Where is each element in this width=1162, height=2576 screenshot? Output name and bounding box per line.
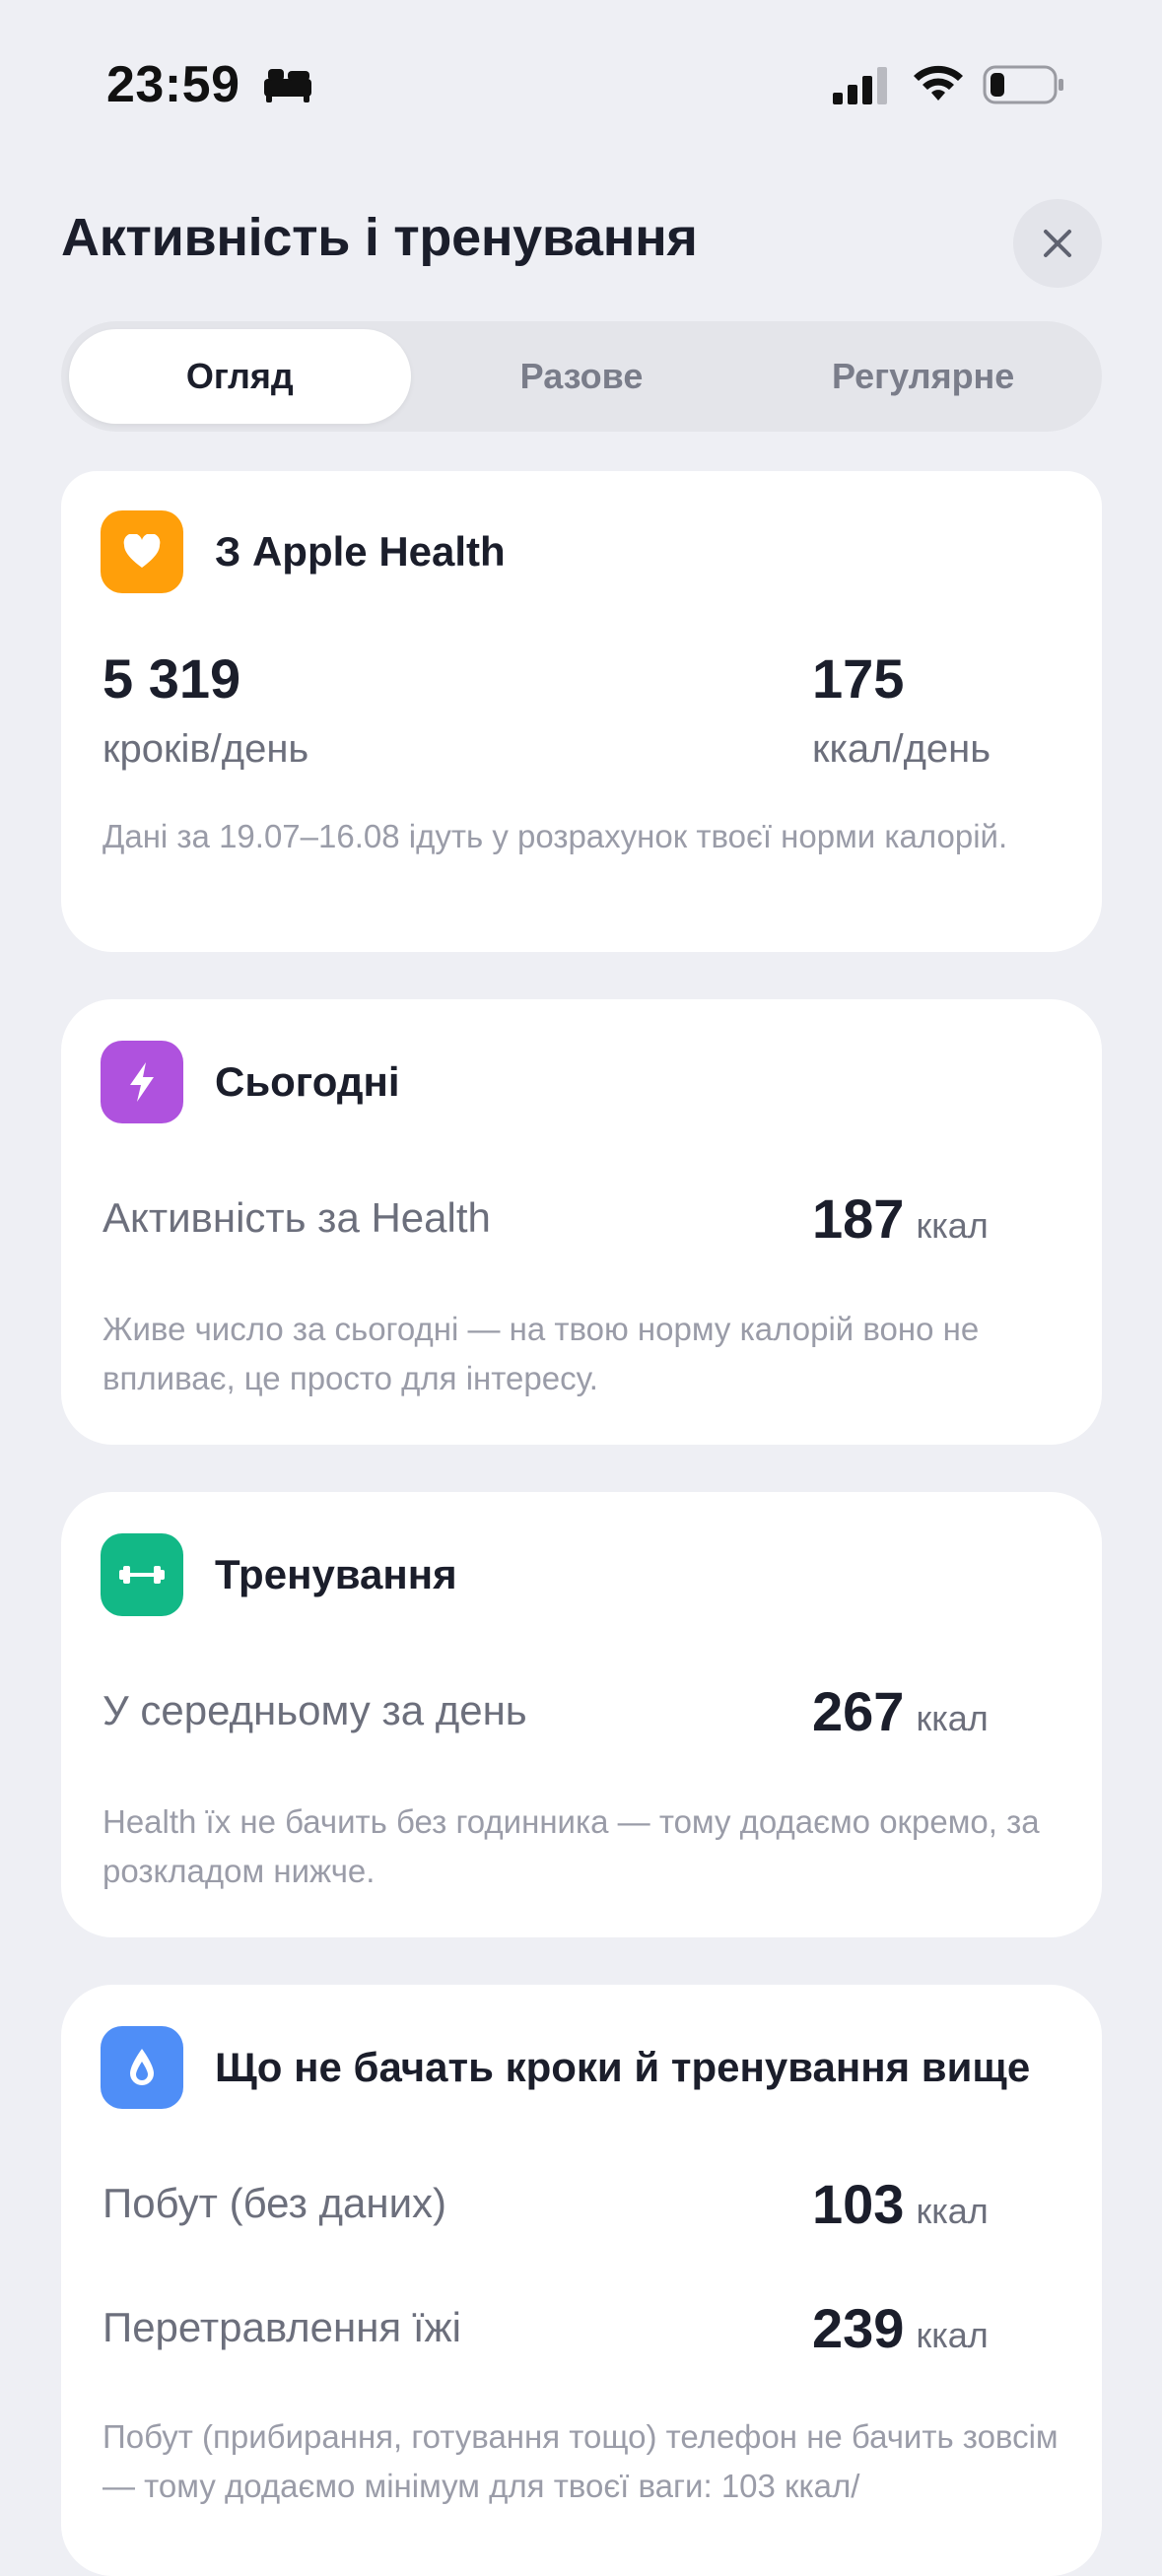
card-header: Тренування	[101, 1533, 457, 1616]
tab-overview[interactable]: Огляд	[69, 329, 411, 424]
card-icon-badge	[101, 510, 183, 593]
value-unit: ккал	[916, 2191, 989, 2231]
drop-icon	[130, 2049, 154, 2085]
workouts-card: Тренування У середньому за день 267 ккал …	[61, 1492, 1102, 1937]
value-number: 267	[812, 1680, 905, 1742]
card-header: З Apple Health	[101, 510, 506, 593]
household-label: Побут (без даних)	[103, 2180, 447, 2226]
card-title: Що не бачать кроки й тренування вище	[215, 2044, 1031, 2090]
bolt-icon	[130, 1062, 154, 1102]
value-number: 187	[812, 1187, 905, 1250]
card-title: Сьогодні	[215, 1058, 400, 1105]
heart-icon	[123, 534, 161, 568]
card-header: Сьогодні	[101, 1041, 400, 1123]
card-note: Живе число за сьогодні — на твою норму к…	[103, 1311, 980, 1396]
digestion-label: Перетравлення їжі	[103, 2304, 461, 2350]
card-icon-badge	[101, 1041, 183, 1123]
card-note: Дані за 19.07–16.08 ідуть у розрахунок т…	[103, 818, 1008, 854]
page-title: Активність і тренування	[61, 208, 698, 267]
card-header: Що не бачать кроки й тренування вище	[101, 2026, 1030, 2109]
tab-one-time[interactable]: Разове	[411, 329, 753, 424]
value-number: 239	[812, 2297, 905, 2359]
card-note: Health їх не бачить без годинника — тому…	[103, 1803, 1040, 1889]
digestion-value: 239 ккал	[812, 2296, 989, 2360]
avg-per-day-value: 267 ккал	[812, 1679, 989, 1743]
wifi-icon	[914, 65, 963, 101]
apple-health-card: З Apple Health 5 319 кроків/день 175 кка…	[61, 471, 1102, 952]
steps-value: 5 319	[103, 647, 241, 710]
bed-icon	[264, 69, 311, 102]
cellular-signal-icon	[833, 67, 887, 104]
status-bar: 23:59	[0, 0, 1162, 148]
steps-label: кроків/день	[103, 727, 309, 771]
dumbbell-icon	[119, 1566, 165, 1584]
status-time: 23:59	[106, 56, 240, 113]
value-unit: ккал	[916, 1698, 989, 1738]
card-note: Побут (прибирання, готування тощо) телеф…	[103, 2418, 1059, 2504]
card-title: Тренування	[215, 1551, 457, 1597]
unseen-activity-card: Що не бачать кроки й тренування вище Поб…	[61, 1985, 1102, 2576]
today-card: Сьогодні Активність за Health 187 ккал Жи…	[61, 999, 1102, 1445]
close-icon	[1044, 230, 1071, 257]
tab-regular[interactable]: Регулярне	[752, 329, 1094, 424]
value-unit: ккал	[916, 1205, 989, 1246]
kcal-value: 175	[812, 647, 905, 710]
health-activity-value: 187 ккал	[812, 1186, 989, 1251]
battery-icon	[983, 65, 1063, 104]
card-title: З Apple Health	[215, 528, 506, 575]
value-number: 103	[812, 2173, 905, 2235]
segmented-control: Огляд Разове Регулярне	[61, 321, 1102, 432]
kcal-label: ккал/день	[812, 727, 991, 771]
value-unit: ккал	[916, 2315, 989, 2355]
close-button[interactable]	[1013, 199, 1102, 288]
household-value: 103 ккал	[812, 2172, 989, 2236]
card-icon-badge	[101, 1533, 183, 1616]
health-activity-label: Активність за Health	[103, 1194, 491, 1241]
avg-per-day-label: У середньому за день	[103, 1687, 527, 1733]
card-icon-badge	[101, 2026, 183, 2109]
